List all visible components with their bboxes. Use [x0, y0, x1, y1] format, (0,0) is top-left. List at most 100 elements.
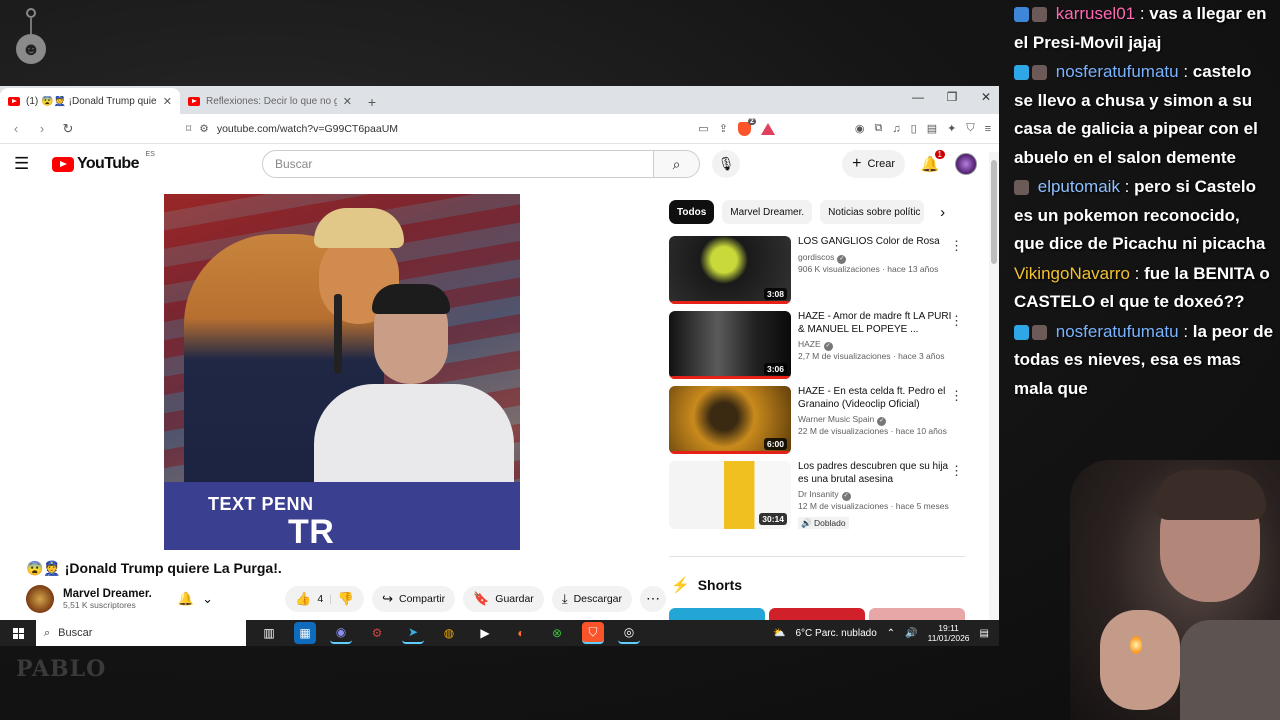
create-button[interactable]: + Crear	[842, 150, 905, 178]
bookmark-icon[interactable]: ⌑	[186, 123, 191, 135]
close-window-icon[interactable]: ✕	[977, 90, 995, 104]
notifications-bell-icon[interactable]: 🔔 1	[919, 150, 945, 173]
rec-channel[interactable]: HAZE	[798, 339, 821, 349]
rec-title[interactable]: HAZE - En esta celda ft. Pedro el Granai…	[798, 386, 955, 411]
brave-icon[interactable]: ⛉	[582, 622, 604, 644]
address-bar: ‹ › ↻ ⌑ ⚙ youtube.com/watch?v=G99CT6paaU…	[0, 114, 999, 144]
chrome-icon[interactable]: ◍	[438, 622, 460, 644]
more-actions-icon[interactable]: ⋯	[640, 586, 666, 612]
thumbs-down-icon[interactable]: 👎	[338, 591, 354, 607]
recommendation-item[interactable]: 6:00 HAZE - En esta celda ft. Pedro el G…	[669, 386, 969, 461]
tabs-icon[interactable]: ▤	[927, 122, 937, 135]
windows-start-icon[interactable]	[0, 620, 36, 646]
chat-username[interactable]: elputomaik	[1038, 177, 1120, 196]
chevron-up-icon[interactable]: ⌃	[887, 628, 895, 639]
settings-icon[interactable]: ⚙	[366, 622, 388, 644]
filter-chips: Todos Marvel Dreamer. Noticias sobre pol…	[669, 200, 945, 224]
channel-avatar[interactable]	[26, 585, 54, 613]
short-thumbnail[interactable]	[869, 608, 965, 620]
extensions-icon[interactable]: ⧉	[875, 122, 883, 135]
kebab-menu-icon[interactable]: ⋮	[950, 313, 963, 329]
hamburger-menu-icon[interactable]: ☰	[14, 154, 38, 174]
chip-news[interactable]: Noticias sobre polític	[820, 200, 925, 224]
rec-channel[interactable]: Dr Insanity	[798, 489, 839, 499]
recommendation-item[interactable]: 3:08 LOS GANGLIOS Color de Rosa gordisco…	[669, 236, 969, 311]
media-player-icon[interactable]: ▶	[474, 622, 496, 644]
video-thumbnail[interactable]: 30:14	[669, 461, 791, 529]
share-button[interactable]: ↪ Compartir	[372, 586, 456, 612]
menu-icon[interactable]: ≡	[985, 123, 991, 135]
search-input[interactable]	[262, 150, 654, 178]
rec-channel[interactable]: gordiscos	[798, 252, 834, 262]
recommendation-item[interactable]: 30:14 Los padres descubren que su hija e…	[669, 461, 969, 547]
close-tab-icon[interactable]: ✕	[343, 95, 352, 108]
tab-youtube-video[interactable]: (1) 😨👮 ¡Donald Trump quiere La Purga! ✕	[0, 88, 180, 114]
subscription-bell-button[interactable]: 🔔 ⌄	[178, 591, 213, 607]
wallet-icon[interactable]: ◉	[855, 122, 865, 135]
search-icon[interactable]: ⌕	[654, 150, 700, 178]
chat-username[interactable]: karrusel01	[1056, 4, 1135, 23]
video-thumbnail[interactable]: 3:08	[669, 236, 791, 304]
new-tab-button[interactable]: +	[360, 90, 384, 114]
store-icon[interactable]: ▦	[294, 622, 316, 644]
back-icon[interactable]: ‹	[8, 121, 24, 136]
shorts-header: ⚡ Shorts	[671, 576, 742, 594]
video-thumbnail[interactable]: 6:00	[669, 386, 791, 454]
close-tab-icon[interactable]: ✕	[163, 95, 172, 108]
verified-icon: ✓	[823, 342, 833, 351]
sidebar-icon[interactable]: ▯	[911, 122, 917, 135]
rec-title[interactable]: Los padres descubren que su hija es una …	[798, 461, 955, 486]
media-icon[interactable]: ♫	[892, 123, 900, 135]
video-thumbnail[interactable]: 3:06	[669, 311, 791, 379]
reload-icon[interactable]: ↻	[60, 121, 76, 137]
save-button[interactable]: 🔖 Guardar	[463, 586, 544, 612]
brave-shield-icon[interactable]: 2	[737, 117, 756, 136]
firefox-icon[interactable]: ◐	[510, 622, 532, 644]
site-info-icon[interactable]: ⚙	[199, 123, 208, 135]
telegram-icon[interactable]: ➤	[402, 622, 424, 644]
account-avatar[interactable]	[955, 153, 977, 175]
kebab-menu-icon[interactable]: ⋮	[950, 388, 963, 404]
chat-username[interactable]: nosferatufumatu	[1056, 62, 1179, 81]
page-scrollbar[interactable]	[989, 152, 999, 620]
kebab-menu-icon[interactable]: ⋮	[950, 463, 963, 479]
forward-icon[interactable]: ›	[34, 121, 50, 136]
short-thumbnail[interactable]	[769, 608, 865, 620]
microphone-icon[interactable]: 🎙	[712, 150, 740, 178]
chat-username[interactable]: nosferatufumatu	[1056, 322, 1179, 341]
restore-icon[interactable]: ❐	[943, 90, 961, 104]
channel-name[interactable]: Marvel Dreamer.	[63, 588, 152, 601]
url-field[interactable]: ⌑ ⚙ youtube.com/watch?v=G99CT6paaUM	[178, 118, 628, 140]
share-icon[interactable]: ⇪	[719, 122, 728, 135]
youtube-logo[interactable]: YouTube ES	[52, 151, 155, 173]
volume-icon[interactable]: 🔊	[905, 628, 917, 639]
chip-todos[interactable]: Todos	[669, 200, 715, 224]
notification-center-icon[interactable]: ▤	[980, 628, 989, 639]
rec-channel[interactable]: Warner Music Spain	[798, 414, 874, 424]
weather-text[interactable]: 6°C Parc. nublado	[796, 628, 877, 639]
kebab-menu-icon[interactable]: ⋮	[950, 238, 963, 254]
taskbar-search[interactable]: ⌕ Buscar	[36, 620, 246, 646]
chip-channel[interactable]: Marvel Dreamer.	[722, 200, 813, 224]
download-button[interactable]: ⤓ Descargar	[551, 586, 632, 612]
brave-rewards-icon[interactable]	[760, 122, 775, 135]
chat-username[interactable]: VikingoNavarro	[1014, 264, 1130, 283]
minimize-icon[interactable]: —	[909, 90, 927, 104]
like-button[interactable]: 👍 4 | 👎	[285, 586, 365, 612]
chevron-right-icon[interactable]: ›	[940, 204, 945, 221]
ai-icon[interactable]: ✦	[947, 122, 956, 135]
xbox-icon[interactable]: ⊗	[546, 622, 568, 644]
obs-icon[interactable]: ◎	[618, 622, 640, 644]
clock[interactable]: 19:11 11/01/2026	[928, 623, 970, 643]
short-thumbnail[interactable]	[669, 608, 765, 620]
vpn-icon[interactable]: ⛉	[966, 122, 974, 135]
tab-reflexiones[interactable]: Reflexiones: Decir lo que no gusta. - ✕	[180, 88, 360, 114]
rec-title[interactable]: LOS GANGLIOS Color de Rosa	[798, 236, 955, 249]
recommendation-item[interactable]: 3:06 HAZE - Amor de madre ft LA PURI & M…	[669, 311, 969, 386]
video-player[interactable]: TEXT PENN TR	[164, 194, 520, 550]
task-view-icon[interactable]: ▥	[258, 622, 280, 644]
cast-icon[interactable]: ▭	[698, 122, 708, 135]
rec-title[interactable]: HAZE - Amor de madre ft LA PURI & MANUEL…	[798, 311, 955, 336]
discord-icon[interactable]: ◉	[330, 622, 352, 644]
tab-title: Reflexiones: Decir lo que no gusta. -	[206, 95, 337, 107]
